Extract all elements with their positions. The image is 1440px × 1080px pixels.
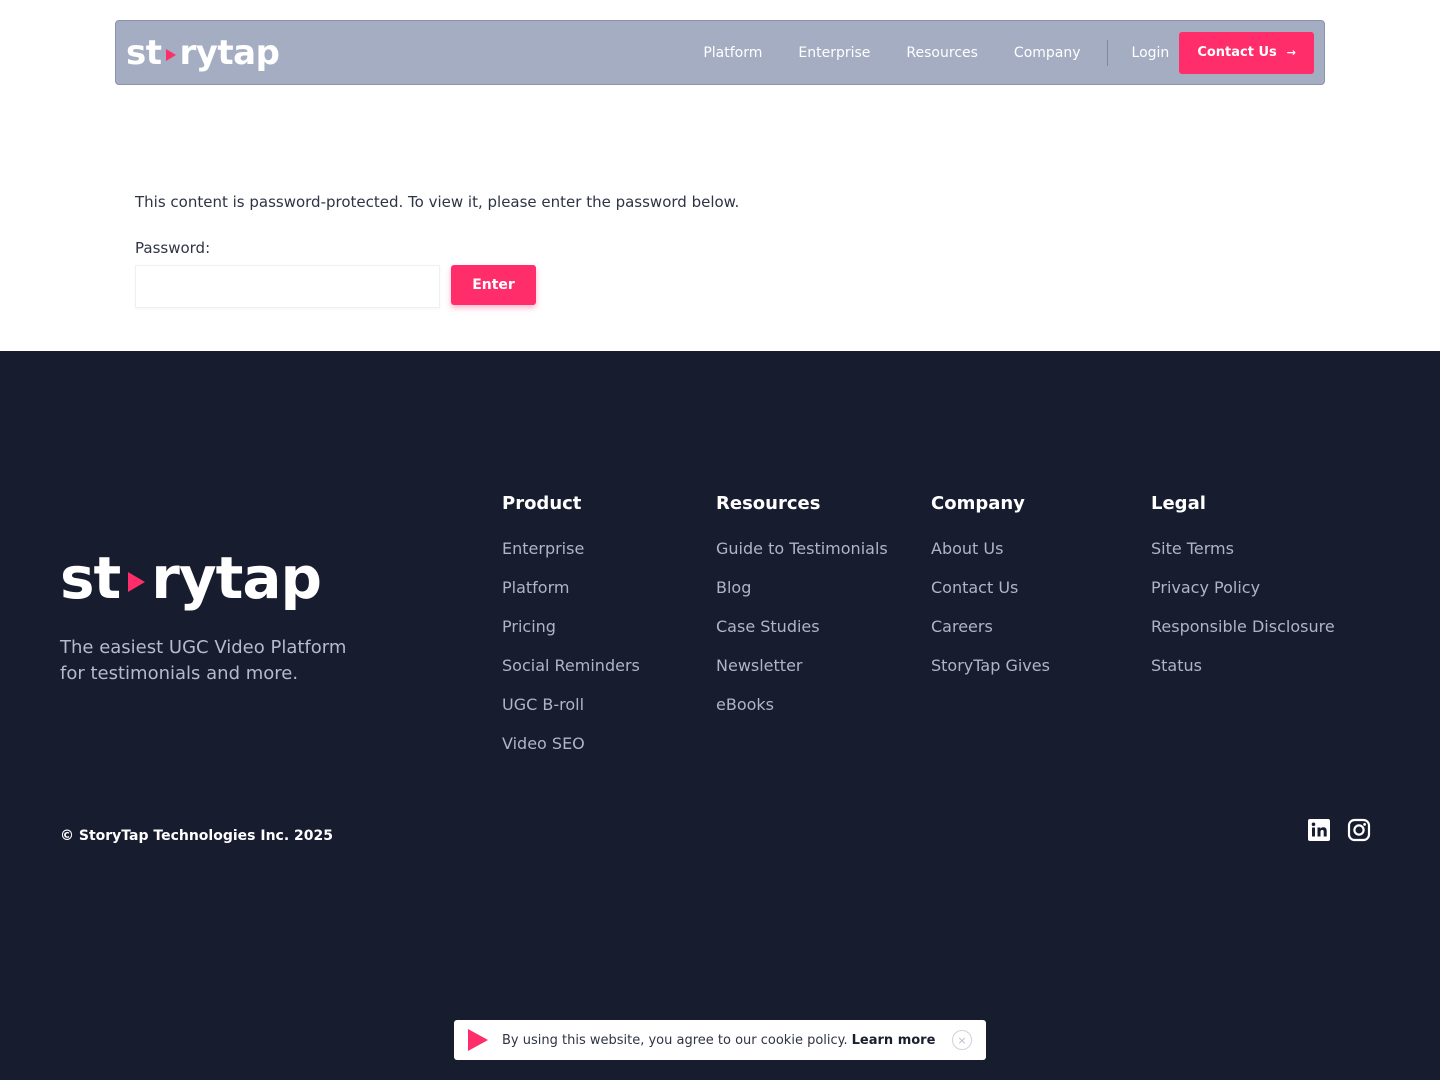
play-icon <box>468 1029 488 1051</box>
column-title: Company <box>931 493 1025 514</box>
footer-link-blog[interactable]: Blog <box>716 577 888 598</box>
arrow-right-icon: → <box>1286 46 1296 59</box>
play-icon <box>128 572 146 592</box>
column-title: Legal <box>1151 493 1206 514</box>
footer-link-responsible-disclosure[interactable]: Responsible Disclosure <box>1151 616 1335 637</box>
footer-link-newsletter[interactable]: Newsletter <box>716 655 888 676</box>
footer-link-platform[interactable]: Platform <box>502 577 640 598</box>
footer-logo[interactable]: st rytap <box>60 544 322 612</box>
close-icon[interactable]: × <box>952 1030 972 1050</box>
footer-link-enterprise[interactable]: Enterprise <box>502 538 640 559</box>
footer-link-video-seo[interactable]: Video SEO <box>502 733 640 754</box>
password-input[interactable] <box>135 265 440 308</box>
site-footer: st rytap The easiest UGC Video Platform … <box>0 351 1440 1080</box>
footer-column-company: Company About Us Contact Us Careers Stor… <box>931 493 1050 694</box>
linkedin-icon[interactable] <box>1307 818 1331 842</box>
footer-link-storytap-gives[interactable]: StoryTap Gives <box>931 655 1050 676</box>
password-label: Password: <box>135 239 211 257</box>
column-title: Product <box>502 493 582 514</box>
main-nav: Platform Enterprise Resources Company Lo… <box>667 31 1314 74</box>
footer-link-ebooks[interactable]: eBooks <box>716 694 888 715</box>
footer-column-resources: Resources Guide to Testimonials Blog Cas… <box>716 493 888 733</box>
footer-link-ugc-b-roll[interactable]: UGC B-roll <box>502 694 640 715</box>
footer-column-product: Product Enterprise Platform Pricing Soci… <box>502 493 640 772</box>
logo-text-right: rytap <box>179 32 280 73</box>
footer-link-contact-us[interactable]: Contact Us <box>931 577 1050 598</box>
nav-enterprise[interactable]: Enterprise <box>798 45 870 61</box>
footer-link-guide-to-testimonials[interactable]: Guide to Testimonials <box>716 538 888 559</box>
nav-platform[interactable]: Platform <box>703 45 762 61</box>
enter-button[interactable]: Enter <box>451 265 536 305</box>
footer-logo-left: st <box>60 544 121 612</box>
play-icon <box>165 48 176 61</box>
footer-logo-right: rytap <box>151 544 322 612</box>
nav-company[interactable]: Company <box>1014 45 1081 61</box>
login-link[interactable]: Login <box>1132 45 1170 61</box>
footer-link-social-reminders[interactable]: Social Reminders <box>502 655 640 676</box>
footer-link-status[interactable]: Status <box>1151 655 1335 676</box>
footer-column-legal: Legal Site Terms Privacy Policy Responsi… <box>1151 493 1335 694</box>
cookie-message: By using this website, you agree to our … <box>502 1032 848 1048</box>
footer-link-site-terms[interactable]: Site Terms <box>1151 538 1335 559</box>
instagram-icon[interactable] <box>1347 818 1371 842</box>
footer-link-privacy-policy[interactable]: Privacy Policy <box>1151 577 1335 598</box>
column-title: Resources <box>716 493 821 514</box>
nav-resources[interactable]: Resources <box>906 45 978 61</box>
contact-us-button[interactable]: Contact Us → <box>1179 31 1314 74</box>
footer-link-pricing[interactable]: Pricing <box>502 616 640 637</box>
footer-tagline: The easiest UGC Video Platform for testi… <box>60 637 347 684</box>
footer-link-about-us[interactable]: About Us <box>931 538 1050 559</box>
contact-us-label: Contact Us <box>1197 45 1277 60</box>
site-header: st rytap Platform Enterprise Resources C… <box>115 20 1325 85</box>
nav-divider <box>1106 39 1108 66</box>
storytap-logo[interactable]: st rytap <box>126 32 280 73</box>
footer-link-careers[interactable]: Careers <box>931 616 1050 637</box>
copyright-text: © StoryTap Technologies Inc. 2025 <box>60 828 333 844</box>
cookie-banner: By using this website, you agree to our … <box>454 1020 986 1060</box>
protected-message: This content is password-protected. To v… <box>135 193 740 211</box>
logo-text-left: st <box>126 32 162 73</box>
learn-more-link[interactable]: Learn more <box>852 1033 936 1048</box>
footer-link-case-studies[interactable]: Case Studies <box>716 616 888 637</box>
